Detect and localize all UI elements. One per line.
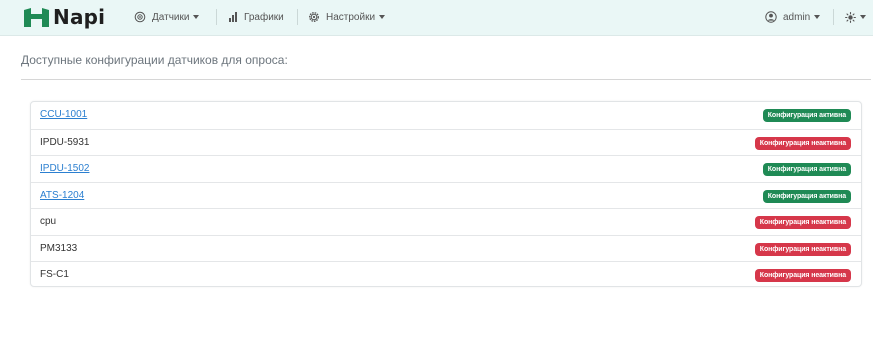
chevron-down-icon — [860, 15, 866, 19]
nav-sensors-label: Датчики — [152, 11, 190, 23]
status-badge: Конфигурация неактивна — [754, 269, 851, 282]
config-name: FS-C1 — [40, 269, 69, 280]
config-link[interactable]: CCU-1001 — [40, 109, 87, 120]
chevron-down-icon — [379, 15, 386, 19]
status-badge: Конфигурация неактивна — [754, 136, 851, 150]
config-link[interactable]: ATS-1204 — [40, 190, 84, 201]
bar-chart-icon — [229, 12, 237, 22]
config-row-cpu: cpu Конфигурация неактивна — [31, 208, 861, 235]
status-badge: Конфигурация активна — [762, 189, 851, 203]
theme-toggle[interactable] — [845, 9, 866, 25]
config-row-ats-1204: ATS-1204 Конфигурация активна — [31, 181, 861, 209]
nav-charts[interactable]: Графики — [228, 9, 284, 25]
config-row-ipdu-1502: IPDU-1502 Конфигурация активна — [31, 155, 861, 182]
nav-sensors[interactable]: Датчики — [134, 9, 200, 25]
chevron-down-icon — [193, 15, 200, 19]
nav-divider — [833, 9, 834, 25]
status-badge: Конфигурация неактивна — [754, 216, 851, 229]
config-list: CCU-1001 Конфигурация активна IPDU-5931 … — [30, 101, 862, 287]
config-row-fs-c1: FS-C1 Конфигурация неактивна — [31, 261, 861, 288]
radio-icon — [134, 11, 146, 23]
status-badge: Конфигурация неактивна — [754, 242, 851, 256]
sun-icon — [845, 11, 856, 23]
nav-settings-label: Настройки — [326, 11, 376, 23]
config-name: cpu — [40, 216, 57, 227]
config-name: IPDU-5931 — [40, 136, 90, 148]
user-menu[interactable]: admin — [765, 9, 821, 25]
divider — [21, 79, 871, 80]
navbar: Napi Датчики Графики Настройки admin — [0, 0, 873, 36]
brand-name: Napi — [53, 5, 106, 29]
status-badge: Конфигурация активна — [762, 109, 851, 122]
user-name: admin — [783, 11, 811, 23]
config-row-pm3133: PM3133 Конфигурация неактивна — [31, 234, 861, 262]
nav-charts-label: Графики — [244, 11, 284, 23]
status-badge: Конфигурация активна — [762, 163, 851, 176]
config-row-ipdu-5931: IPDU-5931 Конфигурация неактивна — [31, 128, 861, 156]
nav-divider — [297, 9, 298, 25]
nav-settings[interactable]: Настройки — [308, 9, 386, 25]
config-name: PM3133 — [40, 242, 78, 254]
gear-icon — [309, 12, 319, 22]
brand[interactable]: Napi — [24, 6, 105, 28]
page-title: Доступные конфигурации датчиков для опро… — [21, 53, 288, 67]
napi-logo-icon — [24, 7, 49, 27]
config-row-ccu-1001: CCU-1001 Конфигурация активна — [31, 102, 861, 129]
user-circle-icon — [765, 11, 777, 23]
chevron-down-icon — [814, 15, 821, 19]
nav-divider — [216, 9, 217, 25]
config-link[interactable]: IPDU-1502 — [40, 163, 89, 174]
